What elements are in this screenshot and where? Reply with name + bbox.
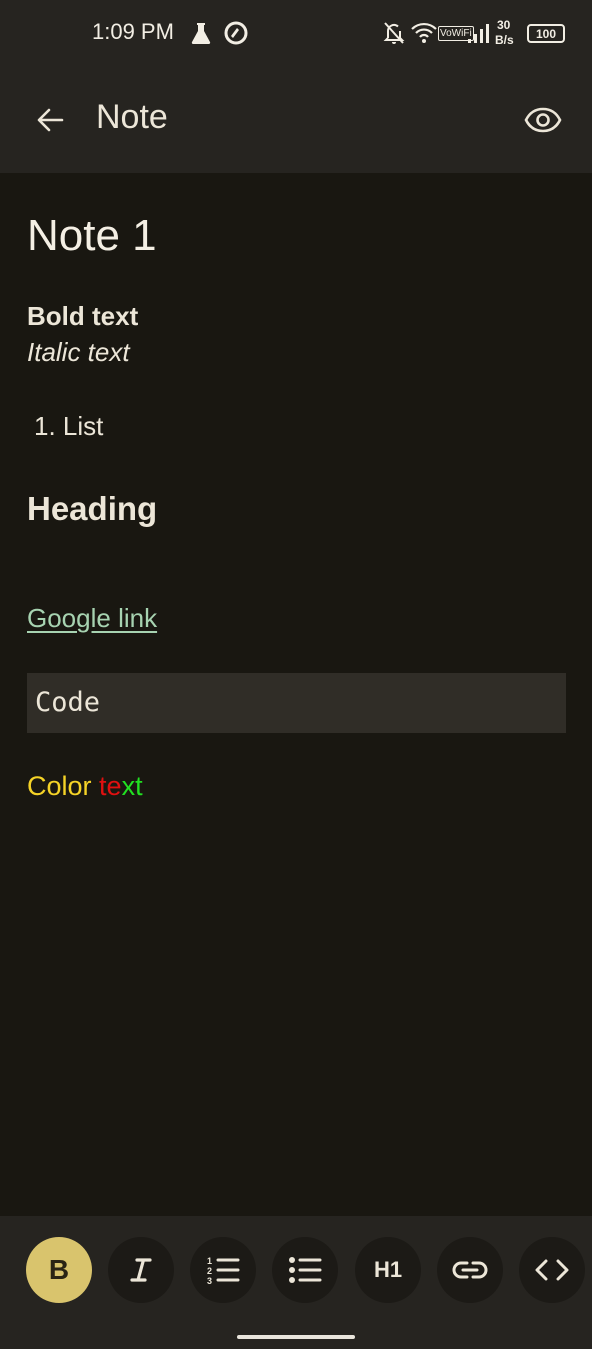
note-title: Note 1 <box>27 211 157 260</box>
flask-icon <box>188 20 214 46</box>
bold-text: Bold text <box>27 301 139 331</box>
arrow-left-icon <box>37 108 64 132</box>
numbered-list-button[interactable]: 1 2 3 <box>190 1237 256 1303</box>
heading-label: H1 <box>373 1257 403 1282</box>
app-bar: Note <box>0 68 592 173</box>
bold-label: B <box>48 1254 70 1285</box>
back-button[interactable] <box>25 95 75 145</box>
svg-text:2: 2 <box>207 1266 212 1276</box>
bullet-list-icon <box>289 1257 322 1283</box>
italic-button[interactable] <box>108 1237 174 1303</box>
italic-text: Italic text <box>27 337 130 367</box>
list-item: 1. List <box>34 411 104 441</box>
color-text: Color text <box>27 771 143 802</box>
battery-icon: 100 <box>527 24 565 43</box>
app-title: Note <box>96 98 168 136</box>
google-link[interactable]: Google link <box>27 603 157 634</box>
color-text-red: te <box>99 771 122 801</box>
color-text-yellow: Color <box>27 771 100 801</box>
eye-icon <box>524 107 562 133</box>
code-block: Code <box>27 673 566 733</box>
bell-off-icon <box>382 20 408 46</box>
heading-text: Heading <box>27 490 158 527</box>
code-button[interactable] <box>519 1237 585 1303</box>
signal-app-icon <box>223 20 249 46</box>
link-button[interactable] <box>437 1237 503 1303</box>
svg-text:1: 1 <box>207 1256 212 1266</box>
gesture-nav-handle[interactable] <box>237 1335 355 1339</box>
cellular-signal-icon <box>466 22 492 48</box>
status-time: 1:09 PM <box>92 19 174 44</box>
code-icon <box>535 1259 569 1281</box>
preview-button[interactable] <box>516 95 570 145</box>
color-text-green: xt <box>121 771 143 801</box>
formatting-toolbar: B 1 2 3 H1 <box>0 1216 592 1349</box>
status-bar: 1:09 PM VoWiFi 30 B/s 100 <box>0 0 592 68</box>
italic-icon <box>130 1258 152 1282</box>
svg-text:3: 3 <box>207 1276 212 1285</box>
net-speed-value: 30 <box>497 18 511 32</box>
net-speed-unit: B/s <box>495 33 514 47</box>
battery-level: 100 <box>535 26 557 41</box>
link-icon <box>452 1261 488 1279</box>
code-text: Code <box>35 687 101 718</box>
bullet-list-button[interactable] <box>272 1237 338 1303</box>
numbered-list-icon: 1 2 3 <box>207 1256 240 1285</box>
wifi-icon <box>411 22 437 48</box>
bold-button[interactable]: B <box>26 1237 92 1303</box>
heading-button[interactable]: H1 <box>355 1237 421 1303</box>
